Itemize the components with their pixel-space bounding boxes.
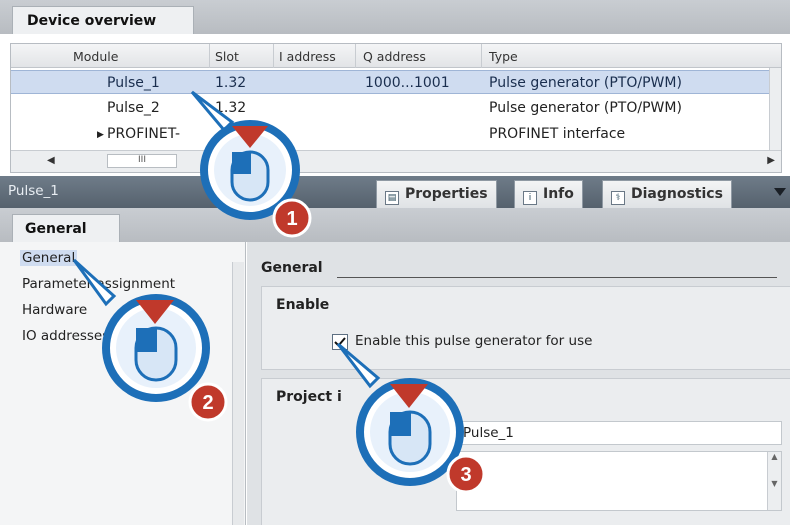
callout-number: 1 [286,208,297,230]
nav-item-general[interactable]: General [20,250,78,266]
cell-type: PROFINET interface [489,126,626,142]
tab-label: Info [543,186,574,202]
cell-module: Pulse_2 [107,100,160,116]
diagnostics-icon: ⚕ [611,191,625,205]
scroll-thumb[interactable]: III [107,154,177,168]
table-row[interactable]: ▶ PROFINET- PROFINET interface [11,122,771,146]
table-row[interactable]: Pulse_2 1.32 Pulse generator (PTO/PWM) [11,96,771,120]
cell-module: PROFINET- [107,126,181,142]
tab-info[interactable]: i Info [514,180,583,208]
general-tabstrip: General [0,208,790,242]
callout-mouse-2: 2 [70,256,250,430]
device-overview-tab[interactable]: Device overview [12,6,194,34]
tab-properties[interactable]: ▤ Properties [376,180,497,208]
tab-general[interactable]: General [12,214,120,242]
info-icon: i [523,191,537,205]
callout-mouse-3: 3 [336,340,506,504]
cell-q-address: 1000...1001 [365,75,450,91]
expand-arrow-icon[interactable]: ▶ [97,130,104,140]
tab-diagnostics[interactable]: ⚕ Diagnostics [602,180,732,208]
device-overview-table: Module Slot I address Q address Type Pul… [10,43,782,173]
tab-label: Diagnostics [631,186,723,202]
callout-number: 3 [460,464,471,486]
cell-module: Pulse_1 [107,75,160,91]
enable-title: Enable [276,297,330,313]
scroll-left-icon[interactable]: ◀ [47,155,55,166]
heading-divider [337,277,777,278]
cell-type: Pulse generator (PTO/PWM) [489,75,682,91]
comment-scrollbar[interactable]: ▲ ▼ [767,452,781,510]
inspector-title: Pulse_1 [8,183,59,199]
properties-main-pane: General Enable Enable this pulse generat… [247,242,790,525]
table-row[interactable]: Pulse_1 1.32 1000...1001 Pulse generator… [11,70,771,94]
vertical-scrollbar[interactable] [769,68,781,150]
column-header-q-address[interactable]: Q address [363,49,426,64]
callout-number: 2 [202,392,213,414]
chevron-down-icon[interactable] [774,188,786,196]
column-header-module[interactable]: Module [73,49,118,64]
device-overview-tabstrip: Device overview [0,0,790,34]
column-header-slot[interactable]: Slot [215,49,239,64]
project-info-title: Project i [276,389,342,405]
section-heading: General [261,260,323,276]
table-header: Module Slot I address Q address Type [11,44,781,68]
inspector-titlebar: Pulse_1 ▤ Properties i Info ⚕ Diagnostics [0,176,790,208]
properties-icon: ▤ [385,191,399,205]
column-header-type[interactable]: Type [489,49,518,64]
tab-label: Properties [405,186,488,202]
cell-type: Pulse generator (PTO/PWM) [489,100,682,116]
column-header-i-address[interactable]: I address [279,49,336,64]
scroll-right-icon[interactable]: ▶ [767,155,775,166]
callout-mouse-1: 1 [188,86,328,250]
horizontal-scrollbar[interactable]: ◀ III ▶ [11,150,781,172]
